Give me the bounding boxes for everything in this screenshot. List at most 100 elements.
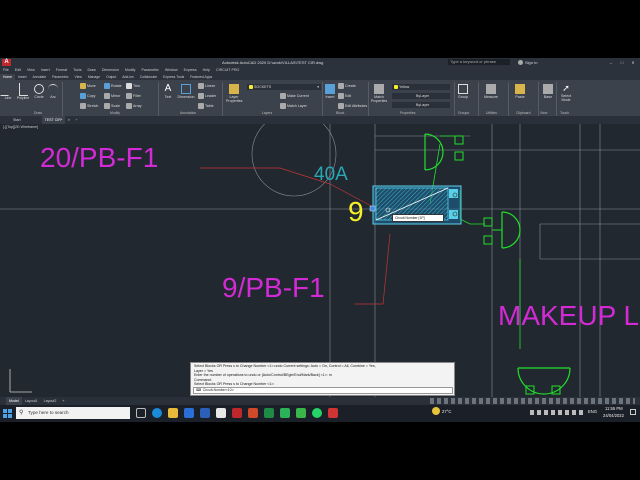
lineweight-dropdown[interactable]: ByLayer bbox=[392, 102, 450, 108]
layer-properties-button[interactable]: Layer Properties bbox=[226, 83, 242, 103]
menu-item[interactable]: File bbox=[0, 67, 12, 74]
word-icon[interactable] bbox=[200, 408, 210, 418]
menu-item[interactable]: Edit bbox=[12, 67, 24, 74]
tab-layout1[interactable]: Layout1 bbox=[22, 397, 41, 405]
base-button[interactable]: Base bbox=[542, 83, 554, 99]
trim-button[interactable]: Trim bbox=[126, 83, 140, 89]
edit-attributes-button[interactable]: Edit Attributes bbox=[338, 103, 367, 109]
leader-button[interactable]: Leader bbox=[198, 93, 216, 99]
file-explorer-icon[interactable] bbox=[168, 408, 178, 418]
close-button[interactable]: ✕ bbox=[628, 58, 638, 67]
select-mode-button[interactable]: ➚ Select Mode bbox=[558, 83, 574, 102]
edge-icon[interactable] bbox=[152, 408, 162, 418]
fillet-button[interactable]: Fillet bbox=[126, 93, 141, 99]
task-view-icon[interactable] bbox=[136, 408, 146, 418]
text-button[interactable]: A Text bbox=[163, 83, 173, 99]
status-bar-tools[interactable] bbox=[430, 398, 635, 404]
measure-button[interactable]: Measure bbox=[482, 83, 500, 99]
clock-date[interactable]: 24/04/2022 bbox=[603, 413, 624, 418]
socket-symbol-3[interactable] bbox=[517, 367, 571, 395]
red-app-icon[interactable] bbox=[328, 408, 338, 418]
drawing-canvas[interactable]: [-][Top][2D Wireframe] 20/PB-F1 9/PB-F1 … bbox=[0, 124, 640, 397]
menu-item[interactable]: Parametric bbox=[138, 67, 161, 74]
menu-item[interactable]: Insert bbox=[38, 67, 53, 74]
groups-group-label: Groups bbox=[458, 111, 470, 115]
green-app-icon[interactable] bbox=[296, 408, 306, 418]
label-9-pb-f1[interactable]: 9/PB-F1 bbox=[222, 272, 325, 304]
match-layer-button[interactable]: Match Layer bbox=[280, 103, 307, 109]
language-indicator[interactable]: ENG bbox=[588, 409, 597, 414]
search-field[interactable]: Type a keyword or phrase bbox=[448, 59, 510, 65]
breaker-rating-text[interactable]: 40A bbox=[314, 164, 348, 186]
polyline-button[interactable]: Polyline bbox=[16, 83, 30, 100]
edit-block-button[interactable]: Edit bbox=[338, 93, 351, 99]
app-logo-icon[interactable]: A bbox=[2, 59, 11, 66]
weather-text[interactable]: 27°C bbox=[442, 409, 451, 414]
menu-item[interactable]: Dimension bbox=[99, 67, 122, 74]
menu-item[interactable]: CIRCUIT PRO bbox=[213, 67, 242, 74]
block-group-label: Block bbox=[336, 111, 345, 115]
sign-in-link[interactable]: Sign In bbox=[525, 58, 537, 67]
tab-layout2[interactable]: Layout2 bbox=[41, 397, 60, 405]
insert-block-button[interactable]: Insert bbox=[324, 83, 336, 99]
dimension-button[interactable]: Dimension bbox=[176, 83, 196, 99]
whatsapp-icon[interactable] bbox=[312, 408, 322, 418]
match-properties-button[interactable]: Match Properties bbox=[370, 83, 388, 103]
rotate-button[interactable]: Rotate bbox=[104, 83, 122, 89]
menu-item[interactable]: View bbox=[24, 67, 38, 74]
menu-item[interactable]: Express bbox=[181, 67, 200, 74]
label-makeup[interactable]: MAKEUP L bbox=[498, 300, 639, 332]
arc-button[interactable]: Arc bbox=[48, 83, 58, 99]
scale-button[interactable]: Scale bbox=[104, 103, 120, 109]
system-tray-icons[interactable] bbox=[530, 410, 584, 415]
weather-icon[interactable] bbox=[432, 407, 440, 415]
mirror-button[interactable]: Mirror bbox=[104, 93, 120, 99]
camtasia-icon[interactable] bbox=[280, 408, 290, 418]
label-20-pb-f1[interactable]: 20/PB-F1 bbox=[40, 142, 158, 174]
store-icon[interactable] bbox=[184, 408, 194, 418]
document-tab-bar: Start TEST CIR* ✕ + bbox=[0, 116, 640, 124]
app-icon[interactable] bbox=[216, 408, 226, 418]
circuit-number-text[interactable]: 9 bbox=[348, 196, 364, 228]
menu-item[interactable]: Draw bbox=[85, 67, 99, 74]
maximize-button[interactable]: □ bbox=[617, 58, 627, 67]
menu-item[interactable]: Format bbox=[53, 67, 70, 74]
socket-symbol-1[interactable] bbox=[424, 133, 464, 171]
autocad-taskbar-icon[interactable] bbox=[232, 408, 242, 418]
command-input[interactable]: ⌨ Circuit-Number<10>: bbox=[193, 387, 453, 394]
array-button[interactable]: Array bbox=[126, 103, 142, 109]
menu-item[interactable]: Help bbox=[200, 67, 213, 74]
linear-button[interactable]: Linear bbox=[198, 83, 215, 89]
create-block-button[interactable]: Create bbox=[338, 83, 356, 89]
add-layout-icon[interactable]: + bbox=[59, 399, 67, 403]
clock-time[interactable]: 11:55 PM bbox=[605, 406, 623, 411]
copy-button[interactable]: Copy bbox=[80, 93, 95, 99]
line-button[interactable]: Line bbox=[0, 83, 16, 100]
circle-button[interactable]: Circle bbox=[34, 83, 44, 99]
powerpoint-icon[interactable] bbox=[248, 408, 258, 418]
add-tab-icon[interactable]: + bbox=[72, 118, 80, 122]
user-icon[interactable] bbox=[518, 60, 523, 65]
table-button[interactable]: Table bbox=[198, 103, 214, 109]
layers-group-label: Layers bbox=[262, 111, 273, 115]
make-current-button[interactable]: Make Current bbox=[280, 93, 309, 99]
socket-symbol-2[interactable] bbox=[483, 211, 521, 249]
move-button[interactable]: Move bbox=[80, 83, 96, 89]
linetype-dropdown[interactable]: ByLayer bbox=[392, 93, 450, 99]
menu-item[interactable]: Modify bbox=[122, 67, 139, 74]
excel-icon[interactable] bbox=[264, 408, 274, 418]
menu-item[interactable]: Window bbox=[162, 67, 181, 74]
menu-item[interactable]: Tools bbox=[70, 67, 84, 74]
notification-icon[interactable] bbox=[630, 409, 636, 415]
tab-model[interactable]: Model bbox=[6, 397, 22, 405]
stretch-button[interactable]: Stretch bbox=[80, 103, 98, 109]
windows-start-icon[interactable] bbox=[3, 409, 12, 418]
color-dropdown[interactable]: Yellow bbox=[392, 84, 450, 90]
minimize-button[interactable]: – bbox=[606, 58, 616, 67]
taskbar-search[interactable]: ⚲ Type here to search bbox=[16, 407, 130, 419]
paste-button[interactable]: Paste bbox=[514, 83, 526, 99]
tab-test-cir[interactable]: TEST CIR* bbox=[41, 116, 66, 124]
layer-dropdown[interactable]: SOCKETS ▾ bbox=[247, 84, 321, 90]
group-button[interactable]: Group bbox=[456, 83, 470, 99]
tab-start[interactable]: Start bbox=[10, 116, 24, 124]
